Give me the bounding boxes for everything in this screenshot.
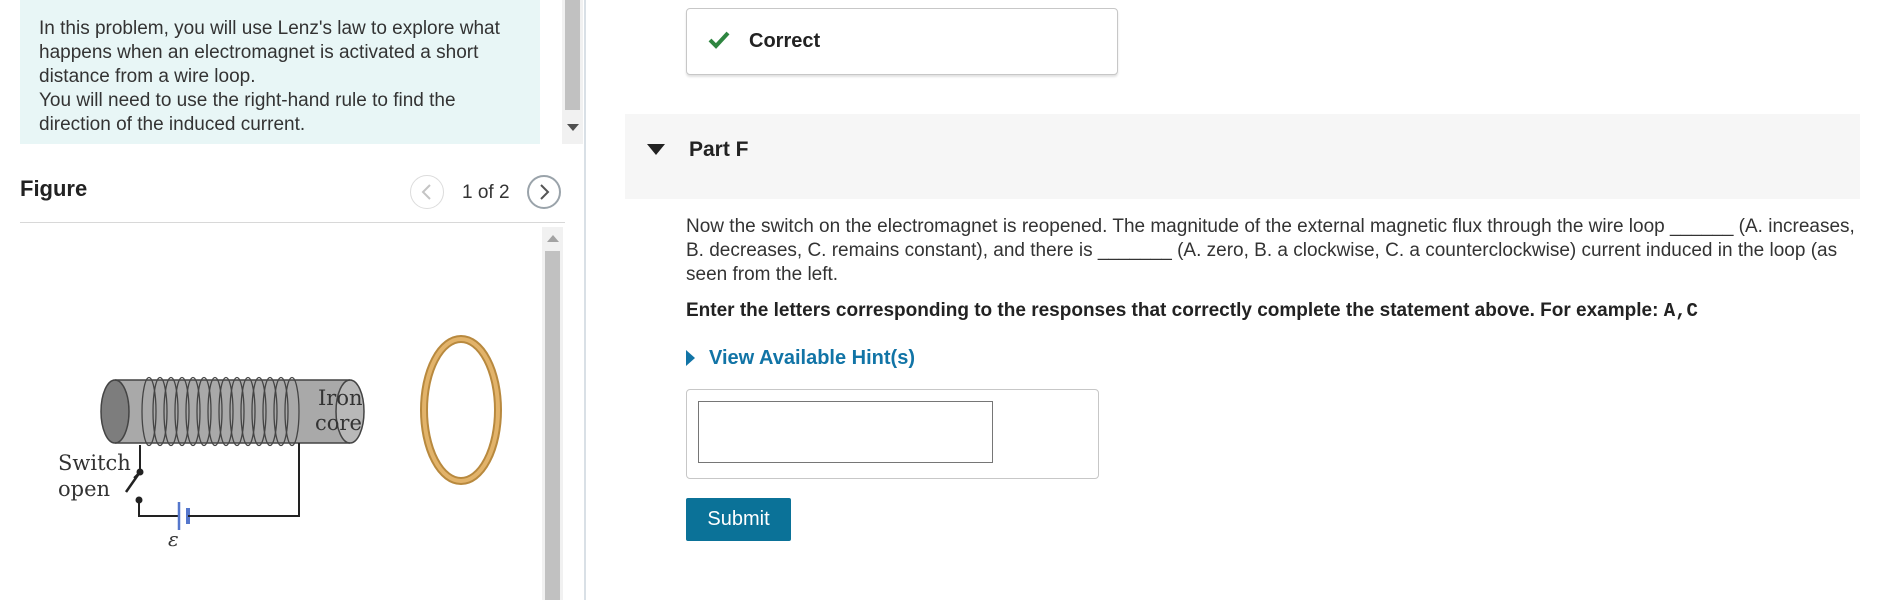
- submit-button[interactable]: Submit: [686, 498, 791, 541]
- instruction-text: Enter the letters corresponding to the r…: [686, 300, 1664, 321]
- return-wire: [188, 443, 300, 517]
- question-text: Now the switch on the electromagnet is r…: [686, 215, 1861, 287]
- next-figure-button[interactable]: [527, 175, 561, 209]
- iron-label: Iron: [318, 386, 363, 410]
- collapse-caret-icon[interactable]: [647, 144, 665, 155]
- expand-caret-icon: [686, 350, 695, 366]
- panel-divider: [584, 0, 586, 600]
- chevron-left-icon: [421, 184, 431, 200]
- figure-pager: 1 of 2: [462, 182, 510, 203]
- intro-text-2: You will need to use the right-hand rule…: [39, 90, 456, 135]
- chevron-right-icon: [540, 184, 550, 200]
- figure-scrollbar[interactable]: [542, 227, 563, 600]
- feedback-status: Correct: [749, 30, 821, 52]
- question-statement: Now the switch on the electromagnet is r…: [686, 216, 1855, 285]
- hint-label: View Available Hint(s): [709, 347, 915, 369]
- core-label: core: [315, 411, 362, 435]
- intro-scrollbar[interactable]: [562, 0, 583, 144]
- emf-label: ε: [168, 527, 179, 551]
- wire-loop: [422, 337, 500, 483]
- answer-instruction: Enter the letters corresponding to the r…: [686, 300, 1698, 322]
- part-title: Part F: [689, 138, 749, 161]
- figure-scrollbar-thumb[interactable]: [545, 251, 560, 600]
- example-answer: A,C: [1663, 300, 1698, 322]
- open-switch: [124, 471, 142, 493]
- electromagnet-figure: Iron core ε Switch open: [58, 335, 502, 551]
- scroll-down-arrow-icon[interactable]: [567, 124, 579, 131]
- open-label: open: [58, 477, 110, 501]
- intro-scrollbar-thumb[interactable]: [565, 0, 580, 110]
- view-hints-link[interactable]: View Available Hint(s): [686, 347, 915, 370]
- switch-label: Switch: [58, 451, 131, 475]
- check-icon: [708, 31, 730, 49]
- scroll-up-arrow-icon[interactable]: [547, 235, 559, 242]
- iron-core-front: [100, 379, 130, 444]
- problem-intro: In this problem, you will use Lenz's law…: [20, 0, 540, 144]
- answer-container: [686, 389, 1099, 479]
- figure-title: Figure: [20, 176, 88, 201]
- intro-text-1: In this problem, you will use Lenz's law…: [39, 18, 500, 87]
- feedback-correct: Correct: [686, 8, 1118, 75]
- answer-input[interactable]: [698, 401, 993, 463]
- figure-divider: [20, 222, 565, 223]
- part-header[interactable]: Part F: [625, 114, 1860, 199]
- previous-figure-button[interactable]: [410, 175, 444, 209]
